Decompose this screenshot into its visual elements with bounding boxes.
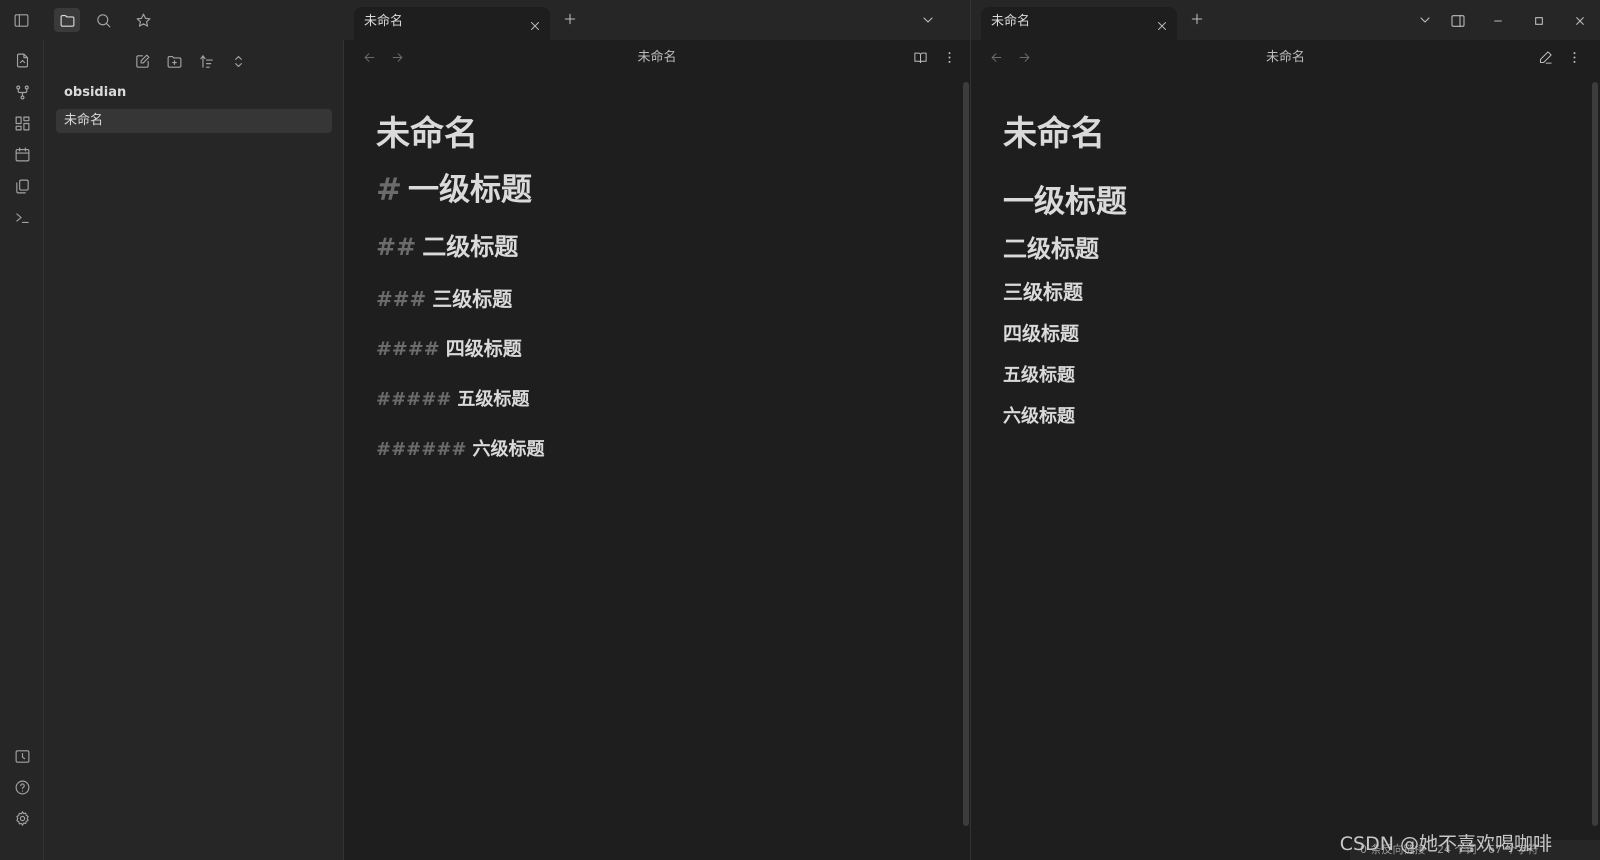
source-h3[interactable]: ### 三级标题	[376, 283, 512, 312]
heading-markup: ####	[376, 338, 440, 360]
reading-content[interactable]: 未命名 一级标题 二级标题 三级标题 四级标题 五级标题 六级标题	[1003, 76, 1560, 860]
tab-label: 未命名	[991, 14, 1031, 29]
close-icon[interactable]	[1155, 15, 1169, 30]
heading-text: 二级标题	[422, 233, 519, 261]
editor-pane-source: 未命名 未命名 未命名 # 一级标题 ## 二级标题 ### 三级标题 ####…	[344, 0, 971, 860]
back-arrow-icon[interactable]	[989, 50, 1005, 66]
file-item[interactable]: 未命名	[56, 109, 332, 133]
sort-icon[interactable]	[195, 50, 217, 72]
heading-text: 一级标题	[407, 172, 532, 208]
heading-h6: 六级标题	[1003, 406, 1075, 427]
view-title-text[interactable]: 未命名	[1266, 50, 1305, 65]
terminal-icon[interactable]	[12, 207, 32, 227]
tab-label: 未命名	[364, 14, 404, 29]
more-options-icon[interactable]	[1567, 50, 1583, 66]
vault-icon[interactable]	[12, 746, 32, 766]
vault-name: obsidian	[64, 85, 127, 100]
close-icon[interactable]	[528, 15, 542, 30]
window-close-icon[interactable]	[1571, 12, 1589, 30]
forward-arrow-icon[interactable]	[390, 50, 406, 66]
maximize-icon[interactable]	[1530, 12, 1548, 30]
inline-title[interactable]: 未命名	[376, 106, 478, 155]
watermark: CSDN @她不喜欢喝咖啡	[1339, 833, 1552, 855]
view-title: 未命名	[971, 40, 1600, 76]
collapse-all-icon[interactable]	[227, 50, 249, 72]
heading-markup: #####	[376, 389, 452, 410]
heading-h3: 三级标题	[1003, 280, 1083, 304]
view-title: 未命名	[344, 40, 970, 76]
ribbon	[0, 40, 44, 860]
folder-icon[interactable]	[54, 8, 80, 32]
scrollbar[interactable]	[1592, 82, 1598, 826]
canvas-icon[interactable]	[12, 113, 32, 133]
heading-markup: ###	[376, 287, 427, 311]
search-icon[interactable]	[90, 8, 116, 32]
templates-icon[interactable]	[12, 176, 32, 196]
forward-arrow-icon[interactable]	[1017, 50, 1033, 66]
heading-h5: 五级标题	[1003, 365, 1075, 386]
sidebar-toggle-icon[interactable]	[8, 8, 34, 32]
tab-bar: 未命名	[344, 0, 970, 40]
view-header: 未命名	[971, 40, 1600, 76]
heading-h4: 四级标题	[1003, 323, 1080, 345]
new-tab-icon[interactable]	[1189, 11, 1207, 29]
file-explorer-toolbar	[44, 50, 344, 72]
source-h1[interactable]: # 一级标题	[376, 164, 532, 209]
heading-h2: 二级标题	[1003, 235, 1099, 263]
tab-untitled[interactable]: 未命名	[354, 7, 550, 40]
new-note-icon[interactable]	[131, 50, 153, 72]
editor-content[interactable]: 未命名 # 一级标题 ## 二级标题 ### 三级标题 #### 四级标题 ##### 五…	[376, 76, 930, 860]
heading-text: 四级标题	[445, 338, 522, 360]
heading-text: 五级标题	[457, 389, 530, 410]
heading-markup: ##	[376, 233, 417, 261]
minimize-icon[interactable]	[1489, 12, 1507, 30]
source-h2[interactable]: ## 二级标题	[376, 227, 518, 262]
toggle-right-sidebar-icon[interactable]	[1449, 12, 1467, 30]
back-arrow-icon[interactable]	[362, 50, 378, 66]
reading-view-icon[interactable]	[913, 50, 929, 66]
heading-markup: #	[376, 172, 402, 208]
heading-h1: 一级标题	[1003, 184, 1127, 220]
editor-pane-reading: 未命名 未命名 未命名 一级标题 二级标题 三级标题 四级标题 五级标题 六级标…	[971, 0, 1600, 860]
new-folder-icon[interactable]	[163, 50, 185, 72]
settings-icon[interactable]	[12, 808, 32, 828]
source-h5[interactable]: ##### 五级标题	[376, 385, 529, 411]
left-topbar	[0, 0, 344, 40]
new-tab-icon[interactable]	[562, 11, 580, 29]
source-h4[interactable]: #### 四级标题	[376, 334, 522, 361]
calendar-icon[interactable]	[12, 144, 32, 164]
chevron-down-icon[interactable]	[920, 12, 938, 30]
heading-markup: ######	[376, 439, 467, 460]
star-icon[interactable]	[130, 8, 156, 32]
source-h6[interactable]: ###### 六级标题	[376, 435, 545, 461]
inline-title: 未命名	[1003, 114, 1105, 154]
open-switcher-icon[interactable]	[12, 50, 32, 70]
view-title-text[interactable]: 未命名	[637, 50, 676, 65]
scrollbar[interactable]	[963, 82, 969, 826]
heading-text: 六级标题	[472, 439, 545, 460]
tab-untitled[interactable]: 未命名	[981, 7, 1177, 40]
heading-text: 三级标题	[432, 287, 513, 311]
more-options-icon[interactable]	[942, 50, 958, 66]
chevron-down-icon[interactable]	[1417, 12, 1435, 30]
graph-icon[interactable]	[12, 82, 32, 102]
help-icon[interactable]	[12, 777, 32, 797]
view-header: 未命名	[344, 40, 970, 76]
edit-icon[interactable]	[1538, 50, 1554, 66]
tab-bar: 未命名	[971, 0, 1600, 40]
file-explorer: obsidian 未命名	[44, 40, 344, 860]
